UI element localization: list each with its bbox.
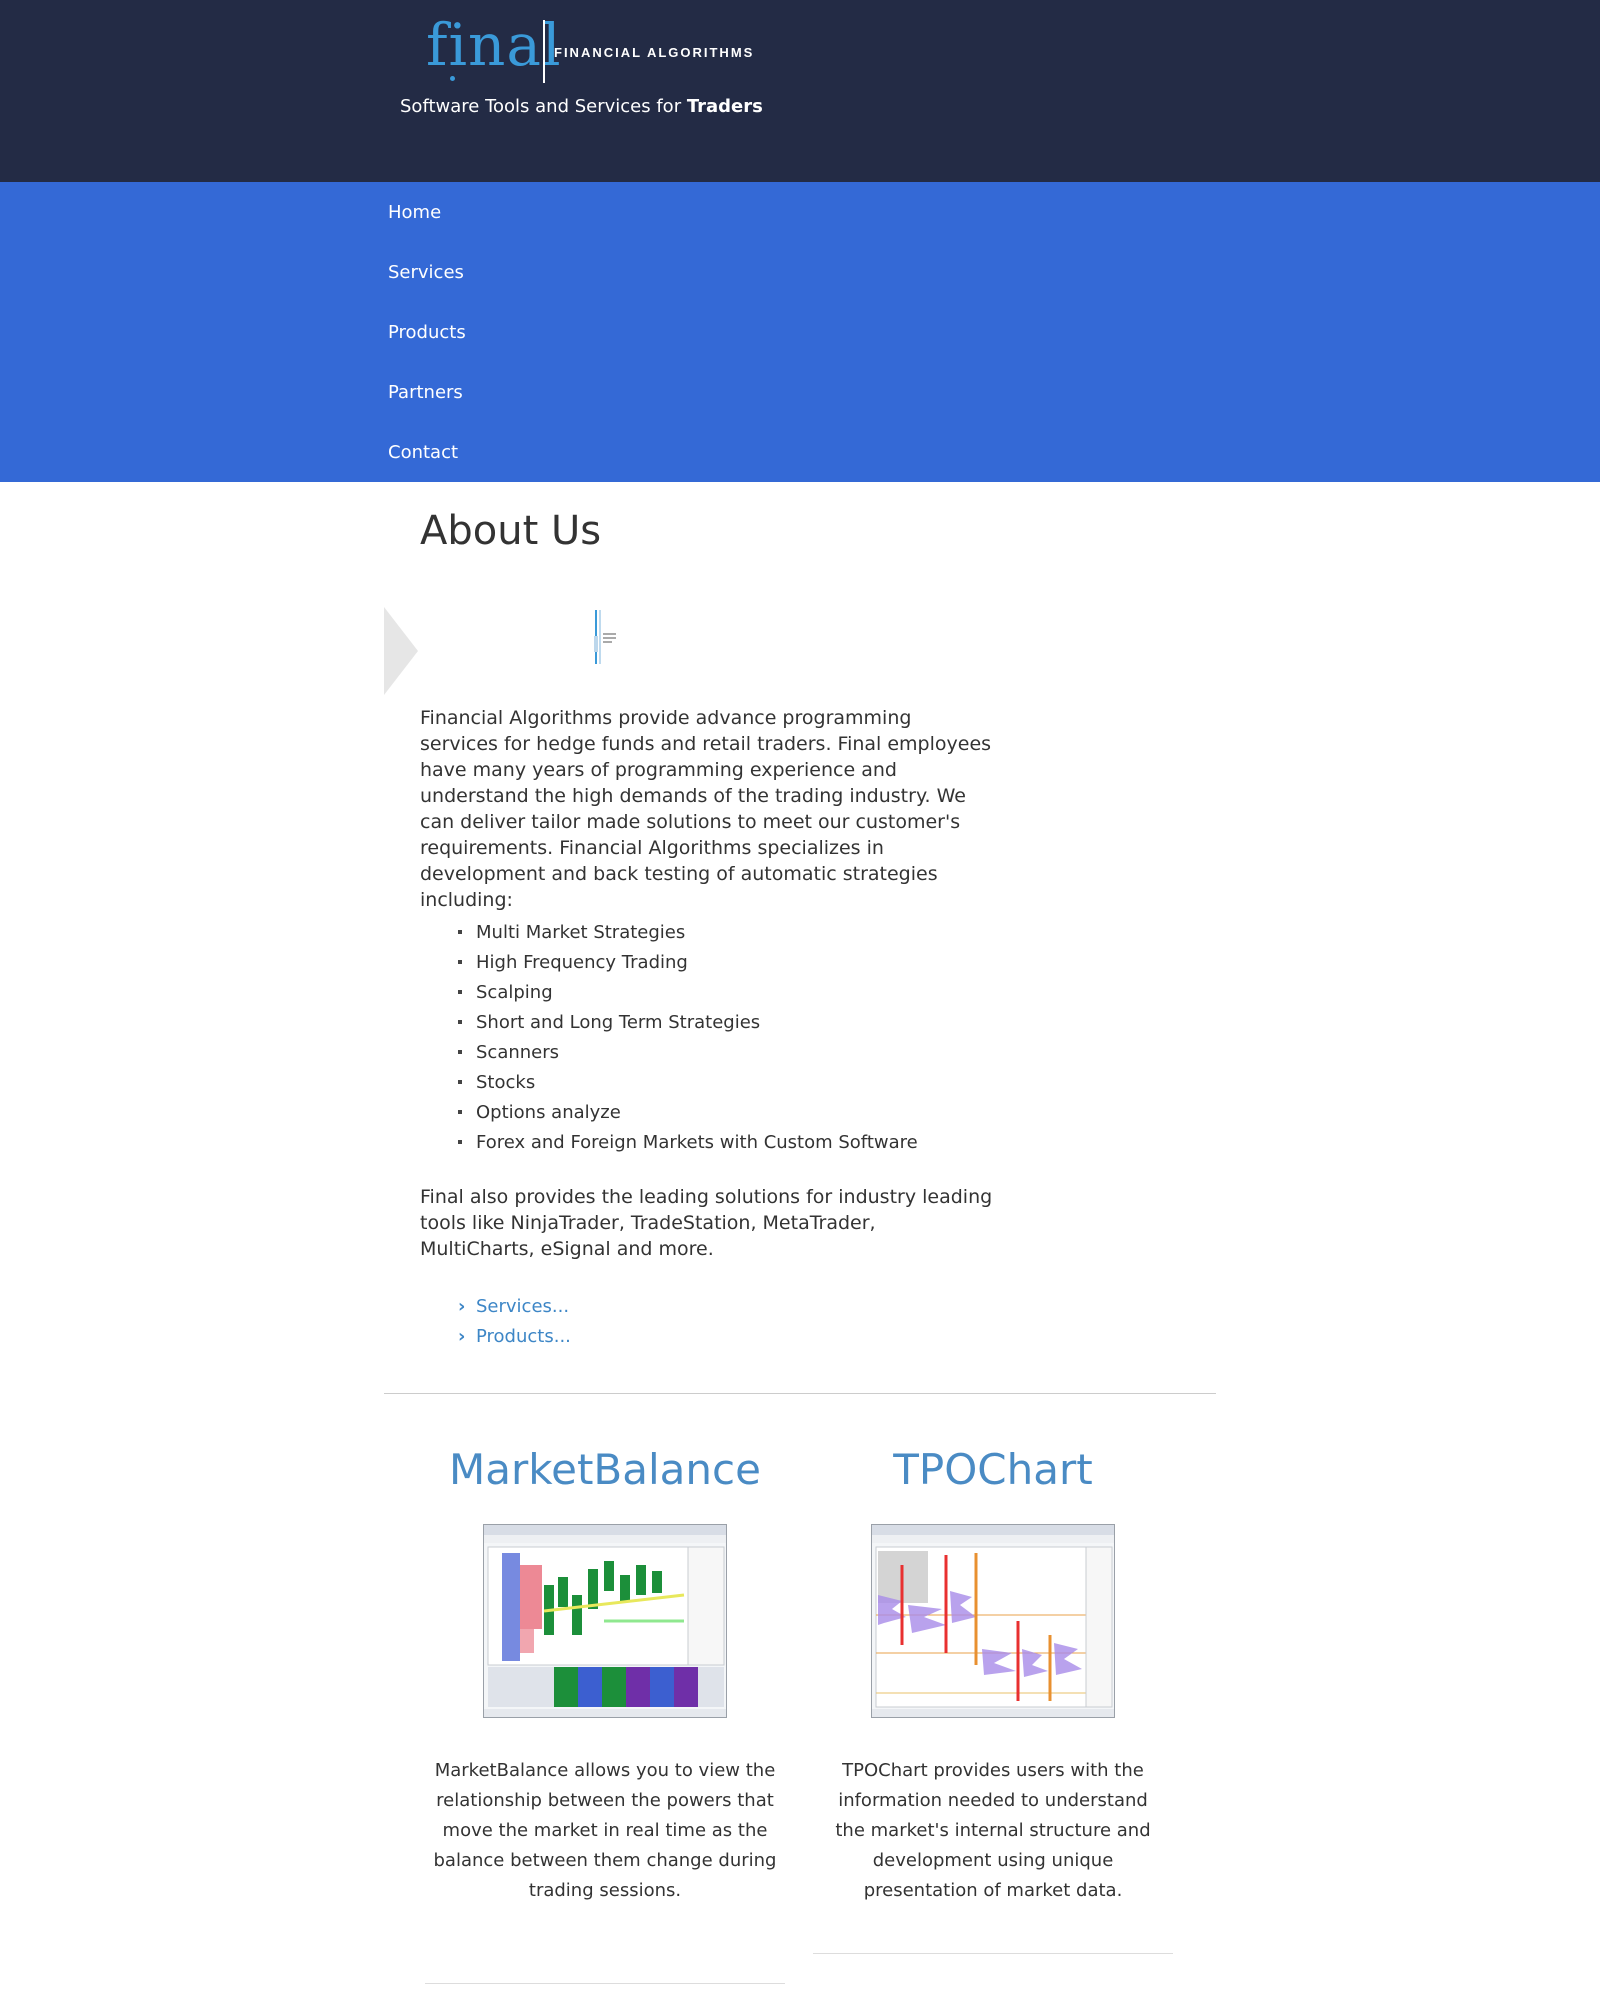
tagline-emphasis: Traders xyxy=(686,96,763,117)
strategies-list: Multi Market Strategies High Frequency T… xyxy=(458,918,918,1158)
logo-wordmark[interactable]: final xyxy=(426,10,562,80)
tagline-text: Software Tools and Services for xyxy=(400,96,687,117)
page-title: About Us xyxy=(420,508,602,554)
services-link[interactable]: › Services... xyxy=(458,1292,571,1322)
logo-divider xyxy=(543,20,545,83)
list-item: Forex and Foreign Markets with Custom So… xyxy=(458,1128,918,1158)
list-item: Stocks xyxy=(458,1068,918,1098)
product-title-tpochart[interactable]: TPOChart xyxy=(813,1440,1173,1500)
product-title-marketbalance[interactable]: MarketBalance xyxy=(425,1440,785,1500)
intro-paragraph: Financial Algorithms provide advance pro… xyxy=(420,707,992,911)
nav-item-contact[interactable]: Contact xyxy=(388,442,458,463)
card-divider xyxy=(425,1983,785,1984)
list-item: Multi Market Strategies xyxy=(458,918,918,948)
list-item: Options analyze xyxy=(458,1098,918,1128)
card-divider xyxy=(813,1953,1173,1954)
main-navigation: Home Services Products Partners Contact xyxy=(0,182,1600,482)
product-card-tpochart: TPOChart TPOChart provides users with th… xyxy=(813,1440,1173,1906)
company-logo-image xyxy=(590,606,620,668)
chevron-right-icon: › xyxy=(458,1326,466,1347)
product-description-tpochart: TPOChart provides users with the informa… xyxy=(835,1760,1151,1901)
marketbalance-thumbnail xyxy=(484,1525,726,1717)
products-link[interactable]: › Products... xyxy=(458,1322,571,1352)
product-card-marketbalance: MarketBalance MarketBalance allows you t… xyxy=(425,1440,785,1906)
list-item: Short and Long Term Strategies xyxy=(458,1008,918,1038)
slide-arrow-icon[interactable] xyxy=(384,607,418,695)
chevron-right-icon: › xyxy=(458,1296,466,1317)
product-description-marketbalance: MarketBalance allows you to view the rel… xyxy=(433,1760,777,1901)
tpochart-thumbnail xyxy=(872,1525,1114,1717)
more-links: › Services... › Products... xyxy=(458,1292,571,1352)
list-item: Scanners xyxy=(458,1038,918,1068)
products-link-label: Products... xyxy=(476,1326,571,1347)
nav-item-home[interactable]: Home xyxy=(388,202,441,223)
nav-item-partners[interactable]: Partners xyxy=(388,382,463,403)
section-divider xyxy=(384,1393,1216,1394)
tpochart-screenshot[interactable] xyxy=(871,1524,1115,1718)
nav-item-services[interactable]: Services xyxy=(388,262,464,283)
nav-item-products[interactable]: Products xyxy=(388,322,466,343)
marketbalance-screenshot[interactable] xyxy=(483,1524,727,1718)
site-header: final FINANCIAL ALGORITHMS Software Tool… xyxy=(0,0,1600,182)
services-link-label: Services... xyxy=(476,1296,570,1317)
list-item: Scalping xyxy=(458,978,918,1008)
logo-subtitle: FINANCIAL ALGORITHMS xyxy=(554,45,755,60)
list-item: High Frequency Trading xyxy=(458,948,918,978)
tools-paragraph: Final also provides the leading solution… xyxy=(420,1186,993,1260)
site-tagline: Software Tools and Services for Traders xyxy=(400,96,763,117)
logo-dot xyxy=(450,76,455,81)
